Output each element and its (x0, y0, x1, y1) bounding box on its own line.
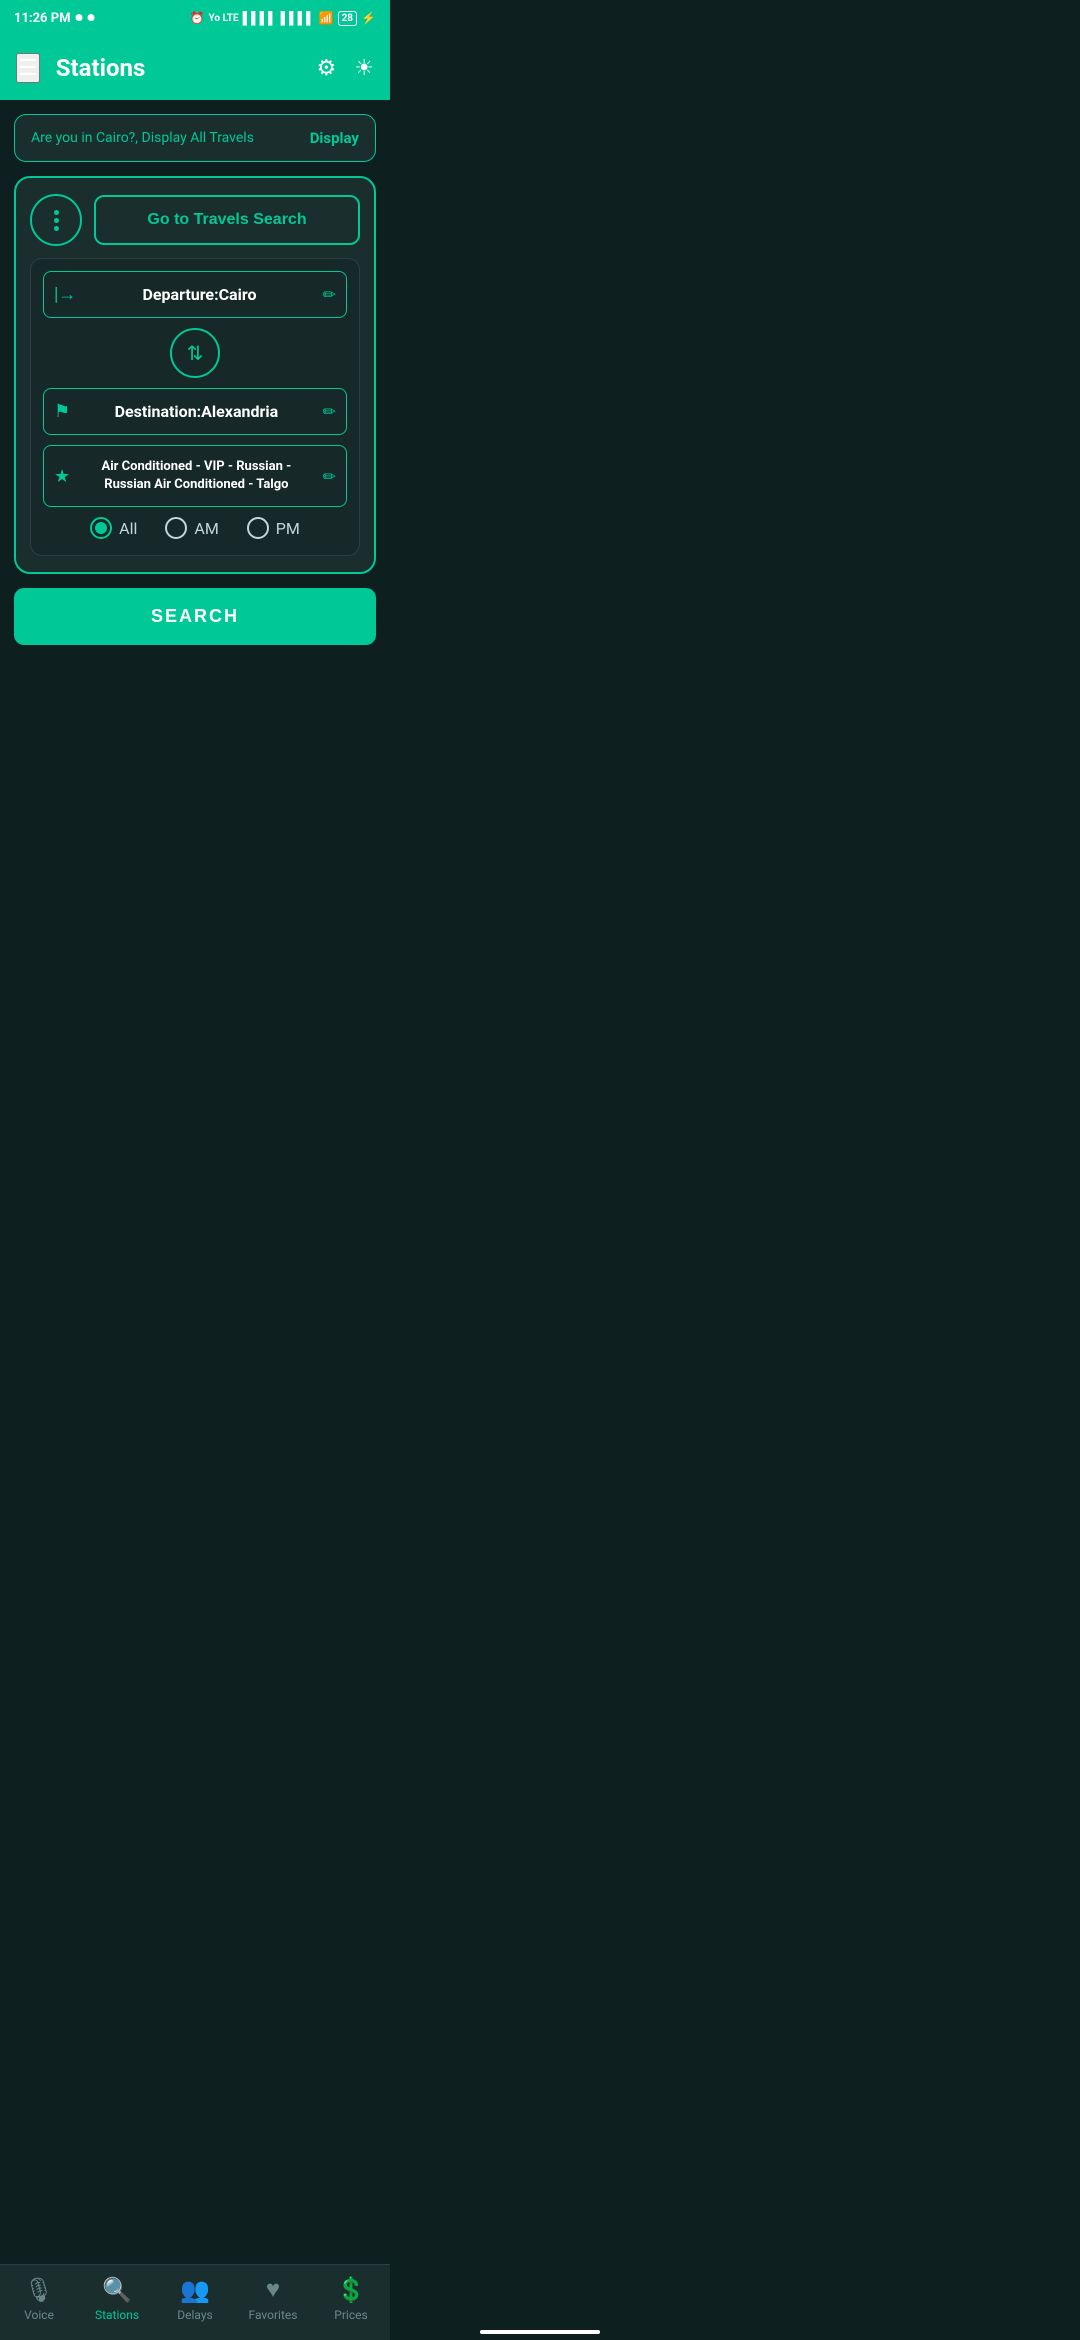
lte-icon: Yo LTE (208, 13, 238, 24)
train-type-edit-icon[interactable]: ✏ (323, 467, 336, 486)
nav-prices[interactable]: 💲 Prices (312, 2276, 390, 2322)
location-banner: Are you in Cairo?, Display All Travels D… (14, 114, 376, 162)
stations-icon: 🔍 (102, 2276, 132, 2304)
favorites-icon: ♥ (266, 2275, 280, 2304)
time-filter-group: All AM PM (43, 507, 347, 543)
train-type-text: Air Conditioned - VIP - Russian - Russia… (78, 458, 314, 494)
prices-icon: 💲 (336, 2276, 366, 2304)
bottom-nav: 🎙 Voice 🔍 Stations 👥 Delays ♥ Favorites … (0, 2264, 390, 2340)
filter-pm-label: PM (276, 519, 300, 538)
app-bar: ☰ Stations ⚙ ☀ (0, 36, 390, 100)
status-p2-icon: ⏺ (88, 10, 95, 26)
nav-stations[interactable]: 🔍 Stations (78, 2276, 156, 2322)
filter-all[interactable]: All (90, 517, 137, 539)
destination-field[interactable]: ⚑ Destination:Alexandria ✏ (43, 388, 347, 435)
nav-voice[interactable]: 🎙 Voice (0, 2276, 78, 2322)
page-title: Stations (56, 54, 146, 82)
signal1-icon: ▌▌▌▌ (243, 11, 277, 25)
filter-all-label: All (119, 519, 137, 538)
swap-container: ⇅ (43, 318, 347, 388)
empty-space (14, 659, 376, 859)
wifi-icon: 📶 (319, 11, 334, 25)
status-time: 11:26 PM ⏺ ⏺ (14, 10, 95, 26)
filter-am-label: AM (194, 519, 218, 538)
fields-container: |→ Departure:Cairo ✏ ⇅ ⚑ Destination:Ale… (30, 258, 360, 556)
signal2-icon: ▌▌▌▌ (281, 11, 315, 25)
display-button[interactable]: Display (310, 129, 359, 147)
nav-voice-label: Voice (24, 2308, 54, 2322)
train-type-icon: ★ (54, 466, 70, 487)
swap-button[interactable]: ⇅ (170, 328, 220, 378)
nav-favorites-label: Favorites (249, 2308, 298, 2322)
radio-all-inner (95, 522, 107, 534)
more-options-button[interactable] (30, 194, 82, 246)
banner-text: Are you in Cairo?, Display All Travels (31, 130, 254, 146)
destination-edit-icon[interactable]: ✏ (323, 402, 336, 421)
swap-icon: ⇅ (187, 341, 204, 366)
settings-icon[interactable]: ⚙ (317, 56, 337, 81)
radio-am-circle (165, 517, 187, 539)
nav-delays[interactable]: 👥 Delays (156, 2276, 234, 2322)
search-card: Go to Travels Search |→ Departure:Cairo … (14, 176, 376, 574)
status-p1-icon: ⏺ (76, 10, 83, 26)
alarm-icon: ⏰ (190, 11, 205, 25)
main-content: Are you in Cairo?, Display All Travels D… (0, 100, 390, 873)
status-bar: 11:26 PM ⏺ ⏺ ⏰ Yo LTE ▌▌▌▌ ▌▌▌▌ 📶 28 ⚡ (0, 0, 390, 36)
bottom-indicator (480, 2330, 600, 2334)
delays-icon: 👥 (180, 2276, 210, 2304)
battery-indicator: 28 (338, 11, 357, 26)
destination-text: Destination:Alexandria (78, 402, 314, 421)
nav-prices-label: Prices (334, 2308, 367, 2322)
departure-field[interactable]: |→ Departure:Cairo ✏ (43, 271, 347, 318)
search-button[interactable]: SEARCH (14, 588, 376, 645)
nav-stations-label: Stations (95, 2308, 139, 2322)
departure-text: Departure:Cairo (84, 285, 314, 304)
menu-button[interactable]: ☰ (16, 53, 40, 83)
train-type-field[interactable]: ★ Air Conditioned - VIP - Russian - Russ… (43, 445, 347, 507)
radio-pm-circle (247, 517, 269, 539)
charging-icon: ⚡ (361, 11, 376, 25)
departure-icon: |→ (54, 284, 76, 305)
status-icons: ⏰ Yo LTE ▌▌▌▌ ▌▌▌▌ 📶 28 ⚡ (190, 11, 377, 26)
radio-all-circle (90, 517, 112, 539)
nav-favorites[interactable]: ♥ Favorites (234, 2275, 312, 2322)
destination-icon: ⚑ (54, 401, 70, 422)
departure-edit-icon[interactable]: ✏ (323, 285, 336, 304)
nav-delays-label: Delays (177, 2308, 212, 2322)
filter-pm[interactable]: PM (247, 517, 300, 539)
voice-icon: 🎙 (24, 2276, 54, 2304)
filter-am[interactable]: AM (165, 517, 218, 539)
three-dots-icon (54, 210, 59, 231)
theme-icon[interactable]: ☀ (354, 56, 374, 81)
go-to-travels-button[interactable]: Go to Travels Search (94, 195, 360, 245)
travels-row: Go to Travels Search (30, 194, 360, 246)
